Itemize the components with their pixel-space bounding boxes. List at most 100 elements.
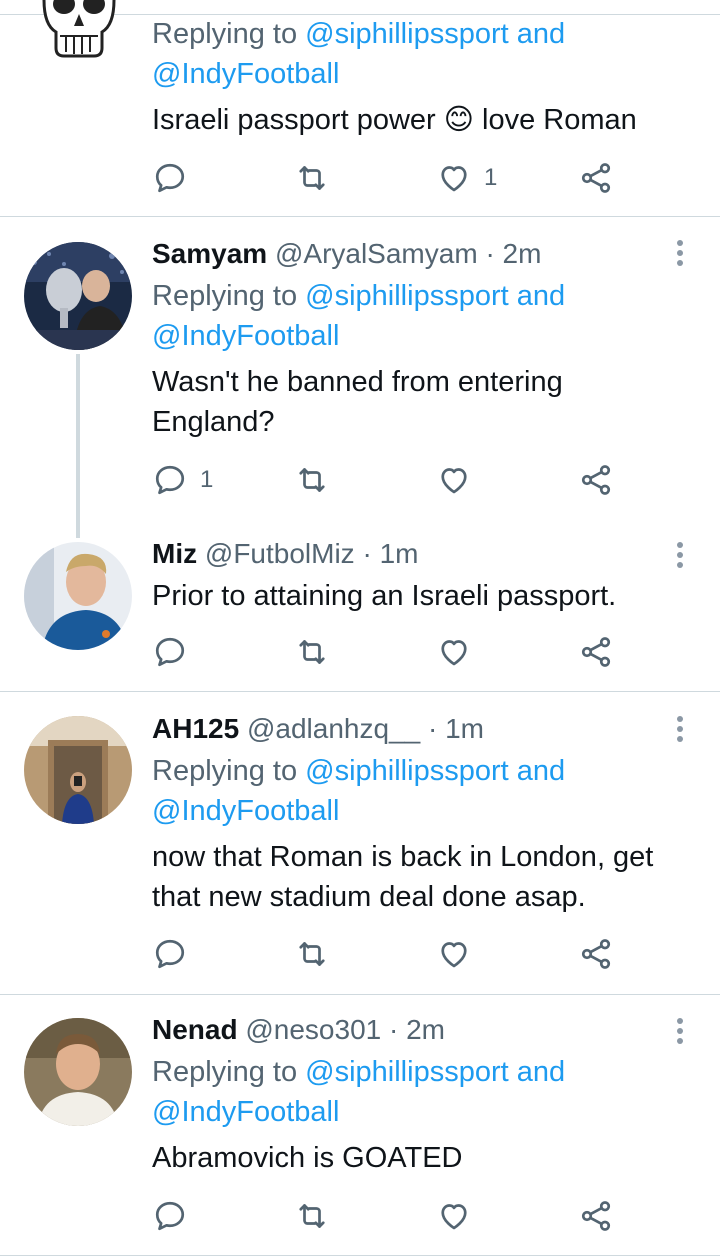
like-button[interactable]	[436, 632, 472, 672]
mention-and[interactable]: and	[517, 755, 565, 787]
separator-dot: ·	[389, 1014, 399, 1045]
share-icon	[581, 1201, 611, 1231]
tweet-1-content[interactable]: Samyam @AryalSamyam · 2m Replying to @si…	[152, 234, 672, 442]
share-icon	[581, 163, 611, 193]
replying-prefix: Replying to	[152, 1056, 298, 1088]
avatar-skull[interactable]	[34, 0, 124, 80]
timestamp[interactable]: 2m	[406, 1014, 445, 1045]
mention-and[interactable]: and	[517, 280, 565, 312]
share-icon	[581, 939, 611, 969]
skull-avatar-image	[42, 0, 116, 58]
display-name[interactable]: Nenad	[152, 1014, 238, 1045]
tweet-2-content[interactable]: Miz @FutbolMiz · 1m Prior to attaining a…	[152, 534, 672, 616]
retweet-icon	[299, 1204, 325, 1228]
replying-prefix: Replying to	[152, 18, 298, 50]
avatar-image-player	[24, 542, 132, 650]
tweet-header: AH125 @adlanhzq__ · 1m	[152, 709, 672, 749]
tweet-text-main: Abramovich is GOATED	[152, 1142, 463, 1174]
mention-siphillipssport[interactable]: @siphillipssport	[305, 755, 509, 787]
mention-and[interactable]: and	[517, 18, 565, 50]
replying-to: Replying to @siphillipssport and @IndyFo…	[152, 14, 672, 94]
tweet-0-content[interactable]: Replying to @siphillipssport and @IndyFo…	[152, 14, 672, 140]
user-handle[interactable]: @neso301	[245, 1014, 381, 1045]
retweet-icon	[299, 468, 325, 492]
like-button[interactable]	[436, 934, 472, 974]
tweet-4-content[interactable]: Nenad @neso301 · 2m Replying to @siphill…	[152, 1010, 672, 1178]
retweet-icon	[299, 942, 325, 966]
reply-button[interactable]	[152, 934, 188, 974]
timestamp[interactable]: 1m	[380, 538, 419, 569]
retweet-button[interactable]	[294, 158, 330, 198]
share-button[interactable]	[578, 460, 614, 500]
like-button[interactable]: 1	[436, 158, 497, 198]
tweet-text-line-2: that new stadium deal done asap.	[152, 881, 586, 913]
tweet-3-actions	[152, 934, 632, 974]
more-options-button[interactable]	[668, 240, 692, 270]
avatar-image-trophy	[24, 242, 132, 350]
timestamp[interactable]: 2m	[503, 238, 542, 269]
share-icon	[581, 637, 611, 667]
share-button[interactable]	[578, 158, 614, 198]
separator-dot: ·	[485, 238, 495, 269]
tweet-text: Abramovich is GOATED	[152, 1138, 672, 1178]
replying-prefix: Replying to	[152, 280, 298, 312]
mention-indyfootball[interactable]: @IndyFootball	[152, 795, 339, 827]
mention-siphillipssport[interactable]: @siphillipssport	[305, 1056, 509, 1088]
share-button[interactable]	[578, 632, 614, 672]
tweet-text: Prior to attaining an Israeli passport.	[152, 576, 672, 616]
tweet-text: Israeli passport power 😊 love Roman	[152, 100, 672, 140]
more-options-button[interactable]	[668, 1018, 692, 1048]
tweet-4-actions	[152, 1196, 632, 1236]
mention-and[interactable]: and	[517, 1056, 565, 1088]
reply-icon	[155, 163, 185, 193]
retweet-icon	[299, 166, 325, 190]
share-button[interactable]	[578, 934, 614, 974]
timestamp[interactable]: 1m	[445, 713, 484, 744]
user-handle[interactable]: @adlanhzq__	[247, 713, 420, 744]
avatar-ah125[interactable]	[24, 716, 132, 824]
share-button[interactable]	[578, 1196, 614, 1236]
retweet-button[interactable]	[294, 1196, 330, 1236]
display-name[interactable]: Samyam	[152, 238, 267, 269]
reply-button[interactable]: 1	[152, 460, 213, 500]
tweet-header: Samyam @AryalSamyam · 2m	[152, 234, 672, 274]
retweet-button[interactable]	[294, 632, 330, 672]
avatar-miz[interactable]	[24, 542, 132, 650]
user-handle[interactable]: @AryalSamyam	[275, 238, 478, 269]
more-options-button[interactable]	[668, 716, 692, 746]
tweet-text-line-1: now that Roman is back in London, get	[152, 841, 654, 873]
tweet-text-main: Prior to attaining an Israeli passport.	[152, 580, 617, 612]
reply-button[interactable]	[152, 158, 188, 198]
display-name[interactable]: Miz	[152, 538, 197, 569]
reply-button[interactable]	[152, 632, 188, 672]
divider	[0, 994, 720, 995]
tweet-text-line-1: Wasn't he banned from entering	[152, 366, 563, 398]
tweet-text-main: Israeli passport power	[152, 104, 436, 136]
replying-to: Replying to @siphillipssport and @IndyFo…	[152, 751, 672, 831]
replying-to: Replying to @siphillipssport and @IndyFo…	[152, 1052, 672, 1132]
user-handle[interactable]: @FutbolMiz	[205, 538, 355, 569]
separator-dot: ·	[362, 538, 372, 569]
mention-indyfootball[interactable]: @IndyFootball	[152, 1096, 339, 1128]
mention-siphillipssport[interactable]: @siphillipssport	[305, 18, 509, 50]
reply-button[interactable]	[152, 1196, 188, 1236]
mention-indyfootball[interactable]: @IndyFootball	[152, 320, 339, 352]
retweet-button[interactable]	[294, 460, 330, 500]
avatar-nenad[interactable]	[24, 1018, 132, 1126]
retweet-button[interactable]	[294, 934, 330, 974]
reply-icon	[155, 637, 185, 667]
avatar-image-selfie	[24, 1018, 132, 1126]
like-button[interactable]	[436, 1196, 472, 1236]
smiling-face-emoji: 😊	[443, 104, 474, 136]
tweet-3-content[interactable]: AH125 @adlanhzq__ · 1m Replying to @siph…	[152, 709, 672, 917]
like-button[interactable]	[436, 460, 472, 500]
more-options-button[interactable]	[668, 542, 692, 572]
avatar-samyam[interactable]	[24, 242, 132, 350]
mention-siphillipssport[interactable]: @siphillipssport	[305, 280, 509, 312]
mention-indyfootball[interactable]: @IndyFootball	[152, 58, 339, 90]
replying-to: Replying to @siphillipssport and @IndyFo…	[152, 276, 672, 356]
display-name[interactable]: AH125	[152, 713, 239, 744]
tweet-text: now that Roman is back in London, get th…	[152, 837, 672, 917]
like-icon	[441, 640, 467, 666]
thread-line	[76, 354, 80, 538]
